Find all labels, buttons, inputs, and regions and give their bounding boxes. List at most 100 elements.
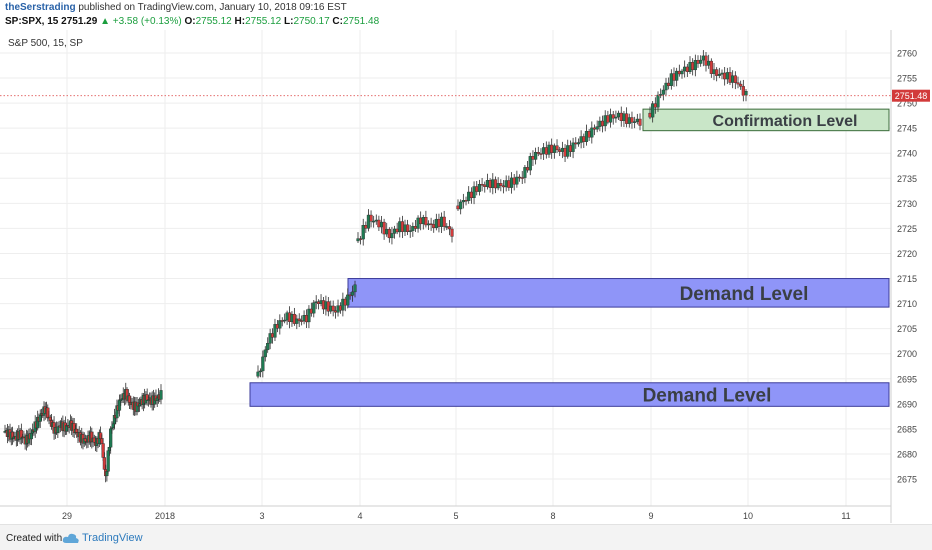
- candle-body: [688, 62, 692, 72]
- candle-body: [382, 221, 386, 235]
- candle-body: [744, 91, 748, 96]
- candle-body: [590, 127, 594, 138]
- candle-body: [366, 214, 371, 229]
- candle-body: [372, 220, 376, 223]
- y-tick-label: 2675: [897, 475, 917, 485]
- candle-body: [488, 180, 492, 188]
- candle-body: [406, 224, 410, 232]
- candle-body: [512, 177, 516, 185]
- candle-body: [297, 318, 301, 321]
- last-price: 2751.29: [61, 16, 98, 27]
- x-tick-label: 9: [648, 511, 653, 521]
- symbol-label: SP:SPX, 15: [5, 16, 59, 27]
- candle-body: [432, 224, 436, 229]
- x-tick-label: 10: [743, 511, 753, 521]
- candle-body: [493, 179, 498, 189]
- candle-body: [680, 70, 684, 75]
- candle-body: [411, 226, 415, 231]
- candle-body: [664, 82, 668, 91]
- price-chart[interactable]: Confirmation Level Demand Level Demand Lev…: [0, 0, 932, 524]
- x-tick-label: 29: [62, 511, 72, 521]
- candle-body: [669, 73, 673, 86]
- candle-body: [499, 183, 503, 186]
- candle-body: [693, 60, 697, 71]
- candle-body: [704, 55, 708, 66]
- candle-body: [359, 238, 363, 240]
- candle-body: [469, 191, 473, 199]
- candle-body: [587, 130, 591, 138]
- candle-body: [439, 216, 444, 227]
- price-axis[interactable]: 2675 2680 2685 2690 2695 2700 2705 2710 2715 2720…: [897, 49, 917, 485]
- candle-body: [467, 191, 471, 201]
- candle-body: [717, 74, 721, 76]
- author-link[interactable]: theSerstrading: [5, 2, 76, 13]
- candle-body: [459, 201, 463, 210]
- candle-body: [733, 75, 737, 83]
- x-tick-label: 8: [550, 511, 555, 521]
- candle-body: [403, 224, 407, 232]
- candle-body: [547, 144, 551, 155]
- candle-body: [675, 70, 679, 81]
- candle-body: [350, 291, 355, 296]
- candle-body: [361, 225, 365, 240]
- candle-body: [312, 302, 316, 314]
- candle-body: [558, 149, 562, 152]
- candle-body: [715, 69, 719, 76]
- candle-body: [542, 147, 546, 154]
- candle-body: [630, 117, 634, 123]
- candle-body: [400, 221, 404, 232]
- candle-body: [509, 177, 514, 188]
- y-tick-label: 2760: [897, 49, 917, 59]
- candle-body: [395, 228, 399, 233]
- candle-body: [507, 180, 511, 188]
- y-tick-label: 2690: [897, 399, 917, 409]
- candle-body: [608, 114, 613, 123]
- y-tick-label: 2710: [897, 299, 917, 309]
- candle-body: [723, 72, 727, 80]
- candle-body: [627, 117, 631, 124]
- candle-body: [331, 305, 335, 311]
- footer-bar: Created with TradingView: [0, 524, 932, 550]
- chart-legend: S&P 500, 15, SP: [8, 38, 83, 49]
- low-value: 2750.17: [293, 16, 330, 27]
- candle-body: [563, 147, 567, 157]
- y-tick-label: 2730: [897, 199, 917, 209]
- candle-body: [579, 136, 583, 143]
- y-tick-label: 2680: [897, 449, 917, 459]
- candle-body: [369, 214, 373, 222]
- close-label: C:: [332, 16, 343, 27]
- chart-header: theSerstrading published on TradingView.…: [0, 0, 932, 30]
- y-tick-label: 2740: [897, 149, 917, 159]
- close-value: 2751.48: [342, 16, 380, 27]
- candle-body: [614, 116, 618, 119]
- candle-body: [685, 66, 689, 72]
- candle-body: [725, 72, 729, 80]
- candle-body: [683, 66, 687, 72]
- candle-body: [525, 167, 530, 171]
- candle-body: [582, 136, 586, 142]
- candle-body: [736, 82, 740, 85]
- candle-body: [574, 142, 578, 145]
- price-change: ▲ +3.58 (+0.13%): [100, 16, 182, 27]
- y-tick-label: 2685: [897, 424, 917, 434]
- candle-body: [447, 226, 451, 230]
- candle-body: [576, 142, 581, 145]
- publish-line: theSerstrading published on TradingView.…: [5, 2, 347, 14]
- candle-body: [603, 115, 607, 127]
- y-tick-label: 2735: [897, 174, 917, 184]
- candle-body: [739, 83, 743, 87]
- plot-background: [0, 30, 891, 523]
- candle-body: [600, 120, 605, 127]
- candle-body: [442, 216, 446, 227]
- demand-zone[interactable]: [249, 382, 890, 407]
- candle-body: [539, 153, 543, 155]
- tradingview-brand-link[interactable]: TradingView: [82, 532, 143, 544]
- y-tick-label: 2745: [897, 124, 917, 134]
- candle-body: [696, 60, 700, 64]
- candle-body: [653, 103, 657, 108]
- candle-body: [598, 120, 602, 127]
- candle-body: [491, 179, 495, 188]
- candle-body: [392, 228, 397, 234]
- candle-body: [398, 221, 402, 233]
- candle-body: [536, 152, 540, 154]
